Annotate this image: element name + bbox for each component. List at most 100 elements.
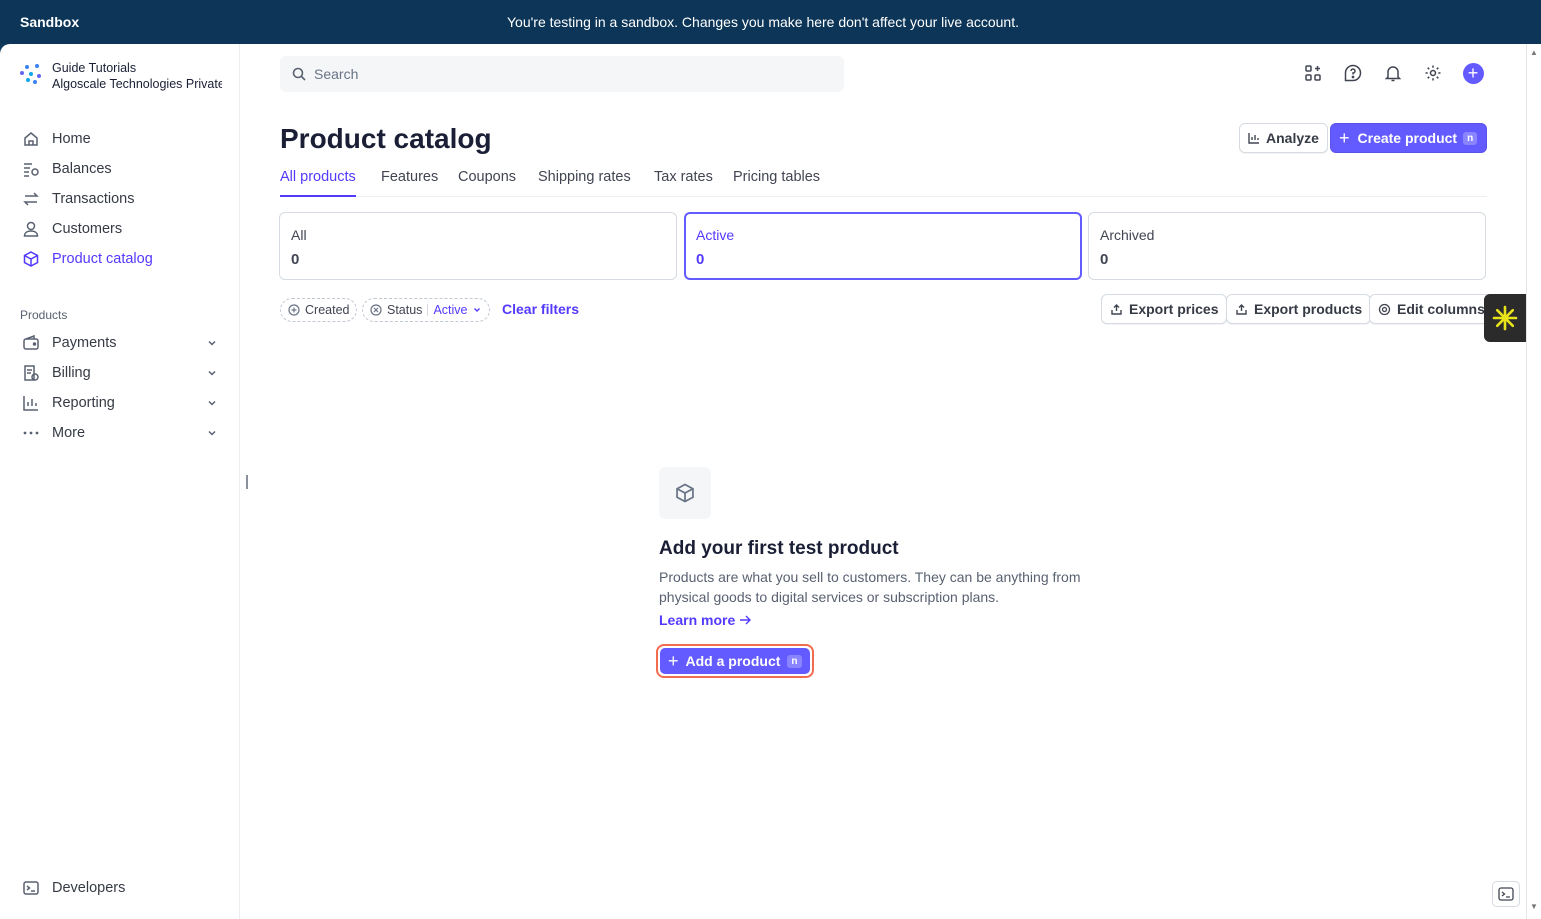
status-card-active[interactable]: Active 0 bbox=[684, 212, 1082, 280]
help-button[interactable] bbox=[1342, 62, 1364, 84]
export-products-label: Export products bbox=[1254, 301, 1363, 317]
add-product-label: Add a product bbox=[685, 653, 781, 669]
sidebar-item-billing[interactable]: Billing bbox=[22, 362, 218, 384]
wallet-icon bbox=[23, 334, 39, 350]
sidebar-item-label: Payments bbox=[52, 335, 117, 351]
status-card-label: Active bbox=[696, 227, 735, 243]
page-title: Product catalog bbox=[280, 123, 492, 154]
tab-pricing-tables[interactable]: Pricing tables bbox=[733, 169, 820, 197]
status-card-all[interactable]: All 0 bbox=[279, 212, 677, 280]
sidebar-item-home[interactable]: Home bbox=[22, 128, 218, 150]
person-icon bbox=[23, 221, 39, 237]
tab-shipping-rates[interactable]: Shipping rates bbox=[538, 169, 631, 197]
terminal-icon bbox=[1498, 887, 1514, 901]
sidebar-item-more[interactable]: More bbox=[22, 422, 218, 444]
analyze-label: Analyze bbox=[1266, 130, 1319, 146]
clear-filters-link[interactable]: Clear filters bbox=[502, 301, 579, 317]
sidebar-section-label: Products bbox=[20, 308, 68, 322]
box-icon bbox=[676, 483, 694, 503]
export-prices-button[interactable]: Export prices bbox=[1101, 294, 1228, 324]
status-card-count: 0 bbox=[696, 251, 705, 268]
empty-state-box-icon bbox=[659, 467, 711, 519]
sandbox-message: You're testing in a sandbox. Changes you… bbox=[506, 14, 1019, 30]
edit-columns-button[interactable]: Edit columns bbox=[1369, 294, 1494, 324]
chevron-down-icon bbox=[208, 370, 216, 376]
sidebar-item-label: Balances bbox=[52, 161, 112, 177]
filter-created[interactable]: Created bbox=[280, 298, 358, 322]
export-products-button[interactable]: Export products bbox=[1226, 294, 1372, 324]
gear-icon bbox=[1378, 303, 1391, 315]
sidebar-item-customers[interactable]: Customers bbox=[22, 218, 218, 240]
home-icon bbox=[24, 132, 38, 146]
analyze-button[interactable]: Analyze bbox=[1239, 123, 1328, 153]
chevron-down-icon bbox=[208, 340, 216, 346]
export-icon bbox=[1236, 303, 1247, 315]
create-product-button[interactable]: + Create product n bbox=[1330, 123, 1487, 153]
billing-icon bbox=[24, 365, 39, 381]
tab-features[interactable]: Features bbox=[381, 169, 438, 197]
sidebar-item-label: More bbox=[52, 425, 86, 441]
account-logo-icon bbox=[20, 62, 42, 84]
sidebar-item-label: Billing bbox=[52, 365, 91, 381]
tab-tax-rates[interactable]: Tax rates bbox=[654, 169, 713, 197]
export-icon bbox=[1111, 303, 1122, 315]
create-new-button[interactable]: + bbox=[1462, 62, 1484, 84]
edit-columns-label: Edit columns bbox=[1397, 301, 1485, 317]
box-icon bbox=[23, 251, 39, 267]
search-icon bbox=[292, 67, 306, 81]
chevron-down-icon bbox=[208, 430, 216, 436]
tab-all-products[interactable]: All products bbox=[280, 169, 356, 197]
search-input[interactable] bbox=[314, 66, 814, 82]
status-card-count: 0 bbox=[1100, 251, 1109, 268]
sidebar-item-label: Reporting bbox=[52, 395, 115, 411]
sparkle-icon bbox=[1492, 305, 1518, 331]
sidebar-item-product-catalog[interactable]: Product catalog bbox=[22, 248, 218, 270]
gear-icon bbox=[1425, 65, 1441, 81]
console-toggle-button[interactable] bbox=[1492, 881, 1520, 907]
learn-more-link[interactable]: Learn more bbox=[659, 612, 752, 628]
status-card-archived[interactable]: Archived 0 bbox=[1088, 212, 1486, 280]
sidebar-item-transactions[interactable]: Transactions bbox=[22, 188, 218, 210]
account-switcher[interactable]: Guide Tutorials Algoscale Technologies P… bbox=[20, 60, 222, 92]
create-product-label: Create product bbox=[1357, 130, 1458, 146]
status-card-label: All bbox=[291, 227, 307, 243]
sidebar-item-payments[interactable]: Payments bbox=[22, 332, 218, 354]
scroll-down-icon[interactable]: ▼ bbox=[1530, 902, 1538, 911]
page-scrollbar[interactable]: ▲ ▼ bbox=[1526, 44, 1541, 919]
chevron-down-icon bbox=[474, 308, 481, 312]
sidebar-item-balances[interactable]: Balances bbox=[22, 158, 218, 180]
chart-icon bbox=[23, 396, 38, 411]
plus-icon: + bbox=[1339, 127, 1350, 148]
scroll-up-icon[interactable]: ▲ bbox=[1530, 48, 1538, 57]
dots-icon bbox=[23, 431, 39, 435]
add-product-highlight: + Add a product n bbox=[656, 644, 814, 678]
assistant-launcher[interactable] bbox=[1484, 294, 1526, 342]
chevron-down-icon bbox=[208, 400, 216, 406]
settings-button[interactable] bbox=[1422, 62, 1444, 84]
notifications-button[interactable] bbox=[1382, 62, 1404, 84]
filter-divider bbox=[427, 304, 429, 316]
account-company: Algoscale Technologies Private l bbox=[52, 77, 222, 91]
apps-button[interactable] bbox=[1302, 62, 1324, 84]
sidebar-item-reporting[interactable]: Reporting bbox=[22, 392, 218, 414]
sidebar-item-label: Transactions bbox=[52, 191, 135, 207]
catalog-tabs: All products Features Coupons Shipping r… bbox=[280, 169, 1487, 197]
tab-coupons[interactable]: Coupons bbox=[458, 169, 516, 197]
shortcut-badge: n bbox=[1463, 131, 1478, 145]
sidebar: Guide Tutorials Algoscale Technologies P… bbox=[0, 44, 240, 919]
status-card-count: 0 bbox=[291, 251, 300, 268]
filter-status[interactable]: Status Active bbox=[362, 298, 491, 322]
search-bar[interactable] bbox=[280, 56, 844, 92]
plus-icon: + bbox=[1462, 62, 1484, 84]
filter-label: Created bbox=[305, 303, 350, 317]
sidebar-item-developers[interactable]: Developers bbox=[22, 877, 218, 899]
remove-circle-icon[interactable] bbox=[370, 304, 382, 316]
add-product-button[interactable]: + Add a product n bbox=[660, 648, 810, 674]
arrows-icon bbox=[23, 192, 39, 206]
sidebar-resize-handle[interactable] bbox=[246, 475, 248, 489]
empty-state-description: Products are what you sell to customers.… bbox=[659, 569, 1081, 605]
sidebar-item-label: Customers bbox=[52, 221, 123, 237]
sidebar-item-label: Product catalog bbox=[52, 251, 153, 267]
filter-value: Active bbox=[433, 303, 468, 317]
status-card-label: Archived bbox=[1100, 227, 1155, 243]
